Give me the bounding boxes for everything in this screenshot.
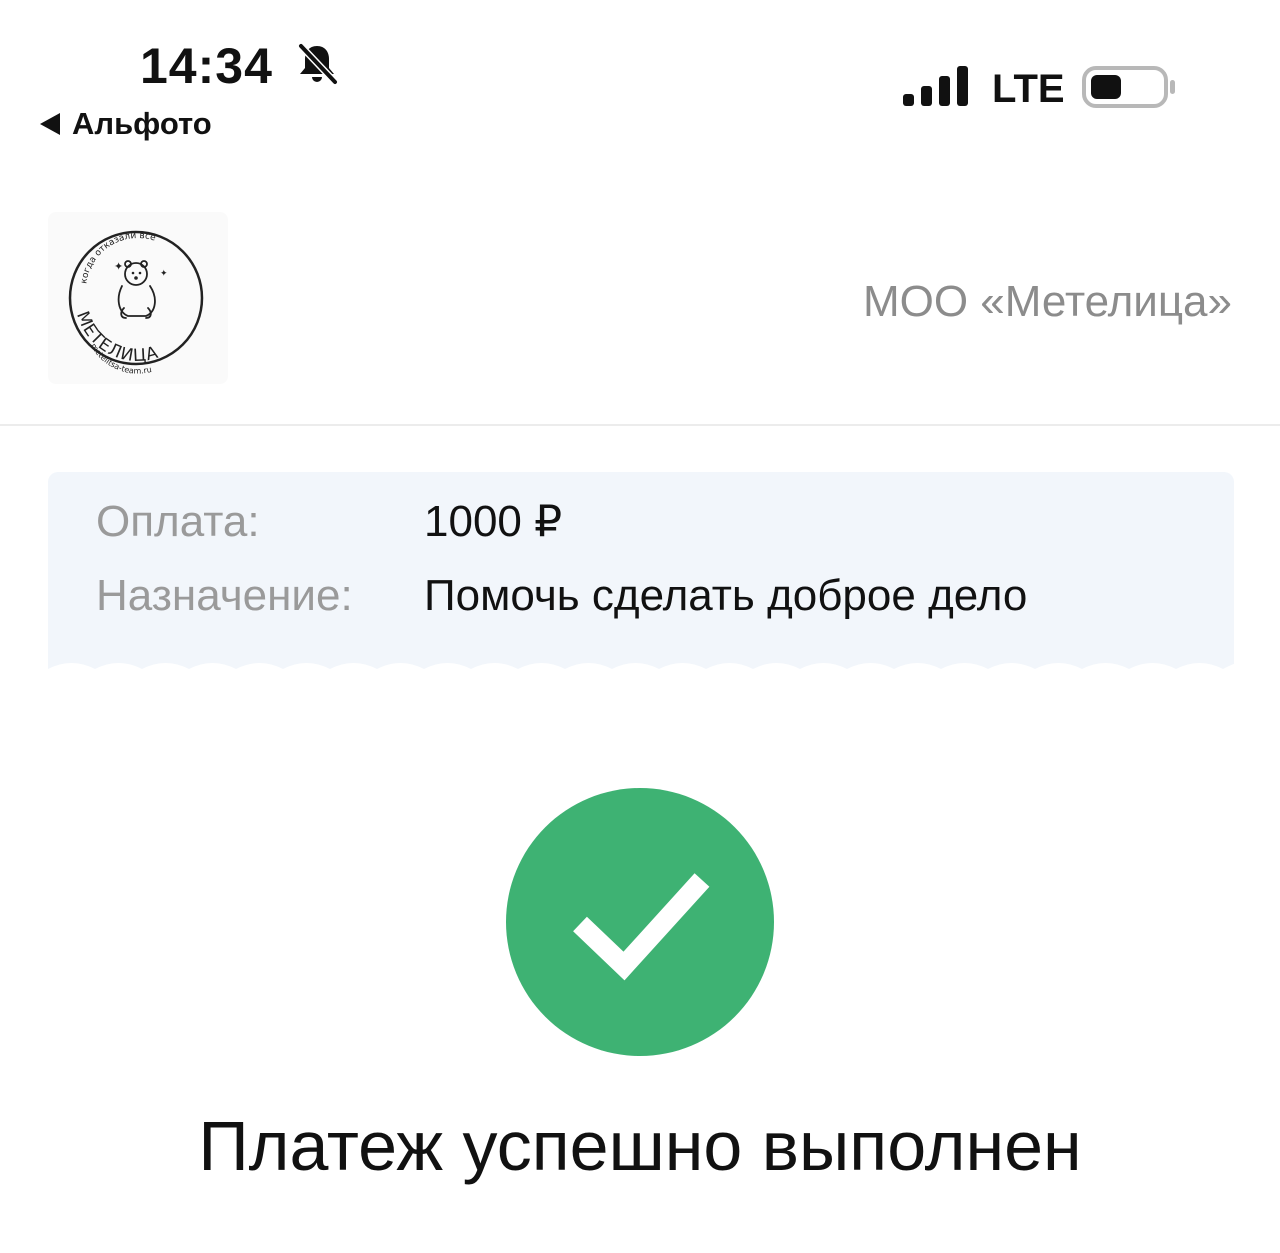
merchant-name: МОО «Метелица» xyxy=(862,277,1232,326)
merchant-header: когда отказали все МЕТЕЛИЦА metelitsa-te… xyxy=(0,200,1280,426)
svg-text:✦: ✦ xyxy=(114,260,123,273)
status-time: 14:34 xyxy=(140,38,273,94)
receipt-torn-edge xyxy=(48,663,1234,679)
amount-row: Оплата: 1000 ₽ xyxy=(96,496,562,548)
logo-top-text: когда отказали все xyxy=(79,231,157,285)
amount-label: Оплата: xyxy=(96,497,260,546)
amount-value: 1000 ₽ xyxy=(424,497,563,546)
battery-icon xyxy=(1082,66,1175,108)
merchant-logo: когда отказали все МЕТЕЛИЦА metelitsa-te… xyxy=(48,212,228,384)
success-message: Платеж успешно выполнен xyxy=(198,1107,1082,1185)
back-arrow-icon xyxy=(40,113,60,135)
purpose-value: Помочь сделать доброе дело xyxy=(424,571,1028,620)
network-type-label: LTE xyxy=(992,67,1065,111)
back-to-app-link[interactable]: Альфото xyxy=(38,104,212,144)
back-app-label: Альфото xyxy=(72,106,212,141)
success-check-icon xyxy=(506,788,774,1056)
purpose-label: Назначение: xyxy=(96,571,353,620)
metelitsa-logo-icon: когда отказали все МЕТЕЛИЦА metelitsa-te… xyxy=(68,230,204,376)
success-circle xyxy=(506,788,774,1056)
payment-details-card: Оплата: 1000 ₽ Назначение: Помочь сделат… xyxy=(48,472,1234,679)
purpose-row: Назначение: Помочь сделать доброе дело xyxy=(96,570,1027,622)
bell-muted-icon xyxy=(297,42,339,86)
payment-success-screen: 14:34 Альфото LTE когда отказали все МЕТ… xyxy=(0,0,1280,1253)
cellular-signal-icon xyxy=(903,66,968,106)
svg-text:✦: ✦ xyxy=(160,269,168,279)
